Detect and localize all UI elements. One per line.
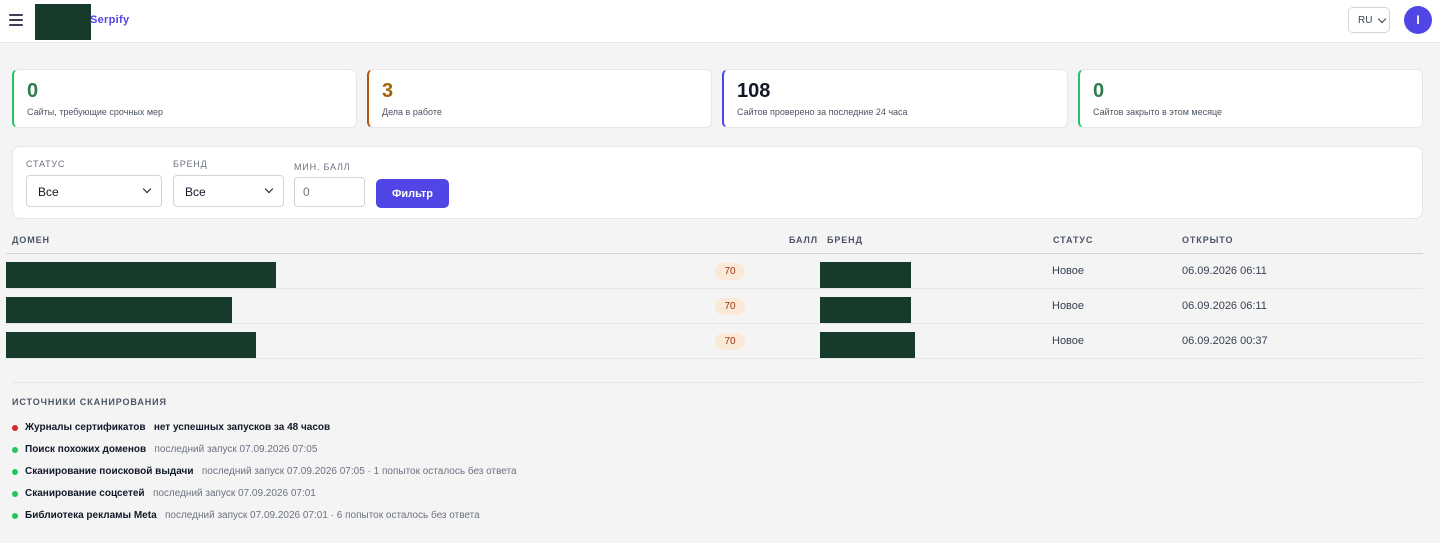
source-info: последний запуск 07.09.2026 07:01 <box>152 488 316 499</box>
source-info: последний запуск 07.09.2026 07:05 <box>154 444 318 455</box>
brand-cell-redacted <box>820 262 911 288</box>
stat-value: 3 <box>382 80 394 102</box>
language-select[interactable]: RU <box>1348 7 1390 33</box>
stat-card-checked: 108 Сайтов проверено за последние 24 час… <box>722 69 1068 128</box>
domain-cell-redacted[interactable] <box>6 262 276 288</box>
stat-value: 0 <box>1093 80 1105 102</box>
table-row[interactable]: 70 Новое 06.09.2026 00:37 <box>6 324 1423 359</box>
chevron-down-icon <box>142 184 152 194</box>
stat-value: 0 <box>27 80 39 102</box>
source-name: Журналы сертификатов нет успешных запуск… <box>25 422 331 433</box>
stat-label: Сайты, требующие срочных мер <box>27 107 164 117</box>
brand-name[interactable]: Serpify <box>90 14 129 26</box>
status-dot-icon <box>12 469 18 475</box>
min-score-label: МИН. БАЛЛ <box>294 162 351 172</box>
language-value: RU <box>1358 15 1373 26</box>
opened-cell: 06.09.2026 00:37 <box>1182 335 1268 347</box>
status-dot-icon <box>12 491 18 497</box>
score-badge: 70 <box>715 333 745 350</box>
chevron-down-icon <box>264 184 274 194</box>
source-info: последний запуск 07.09.2026 07:01 · 6 по… <box>164 510 480 521</box>
source-error: нет успешных запусков за 48 часов <box>153 422 331 433</box>
brand-select-value: Все <box>185 185 206 199</box>
top-bar: Serpify RU I <box>0 0 1440 43</box>
opened-cell: 06.09.2026 06:11 <box>1182 265 1267 277</box>
score-badge: 70 <box>715 263 745 280</box>
brand-filter-label: БРЕНД <box>173 159 208 169</box>
status-filter-label: СТАТУС <box>26 159 66 169</box>
source-name: Сканирование соцсетей последний запуск 0… <box>25 488 316 499</box>
column-header-domain[interactable]: ДОМЕН <box>12 235 50 245</box>
stat-card-closed: 0 Сайтов закрыто в этом месяце <box>1078 69 1423 128</box>
status-dot-icon <box>12 513 18 519</box>
opened-cell: 06.09.2026 06:11 <box>1182 300 1267 312</box>
table-row[interactable]: 70 Новое 06.09.2026 06:11 <box>6 254 1423 289</box>
domain-cell-redacted[interactable] <box>6 297 232 323</box>
stat-label: Дела в работе <box>382 107 442 117</box>
brand-cell-redacted <box>820 332 915 358</box>
stat-label: Сайтов закрыто в этом месяце <box>1093 107 1223 117</box>
table-row[interactable]: 70 Новое 06.09.2026 06:11 <box>6 289 1423 324</box>
source-info: последний запуск 07.09.2026 07:05 · 1 по… <box>201 466 517 477</box>
status-cell: Новое <box>1052 265 1085 277</box>
status-dot-icon <box>12 447 18 453</box>
column-header-brand[interactable]: БРЕНД <box>827 235 863 245</box>
score-badge: 70 <box>715 298 745 315</box>
source-name: Сканирование поисковой выдачи последний … <box>25 466 517 477</box>
status-dot-icon <box>12 425 18 431</box>
logo[interactable] <box>35 4 91 40</box>
source-name: Поиск похожих доменов последний запуск 0… <box>25 444 318 455</box>
stat-value: 108 <box>737 80 771 102</box>
scan-sources-title: ИСТОЧНИКИ СКАНИРОВАНИЯ <box>12 397 167 407</box>
status-select[interactable]: Все <box>26 175 162 207</box>
stat-label: Сайтов проверено за последние 24 часа <box>737 107 908 117</box>
min-score-input[interactable] <box>294 177 365 207</box>
status-cell: Новое <box>1052 335 1085 347</box>
brand-select[interactable]: Все <box>173 175 284 207</box>
source-name: Библиотека рекламы Meta последний запуск… <box>25 510 480 521</box>
chevron-down-icon <box>1377 14 1387 24</box>
brand-cell-redacted <box>820 297 911 323</box>
stat-card-in-progress: 3 Дела в работе <box>367 69 712 128</box>
menu-icon[interactable] <box>9 13 24 26</box>
column-header-opened[interactable]: ОТКРЫТО <box>1182 235 1233 245</box>
status-select-value: Все <box>38 185 59 199</box>
status-cell: Новое <box>1052 300 1085 312</box>
section-divider <box>12 382 1423 383</box>
avatar[interactable]: I <box>1404 6 1432 34</box>
column-header-status[interactable]: СТАТУС <box>1053 235 1093 245</box>
filter-button[interactable]: Фильтр <box>376 179 449 208</box>
column-header-score[interactable]: БАЛЛ <box>789 235 818 245</box>
domain-cell-redacted[interactable] <box>6 332 256 358</box>
stat-card-urgent: 0 Сайты, требующие срочных мер <box>12 69 357 128</box>
